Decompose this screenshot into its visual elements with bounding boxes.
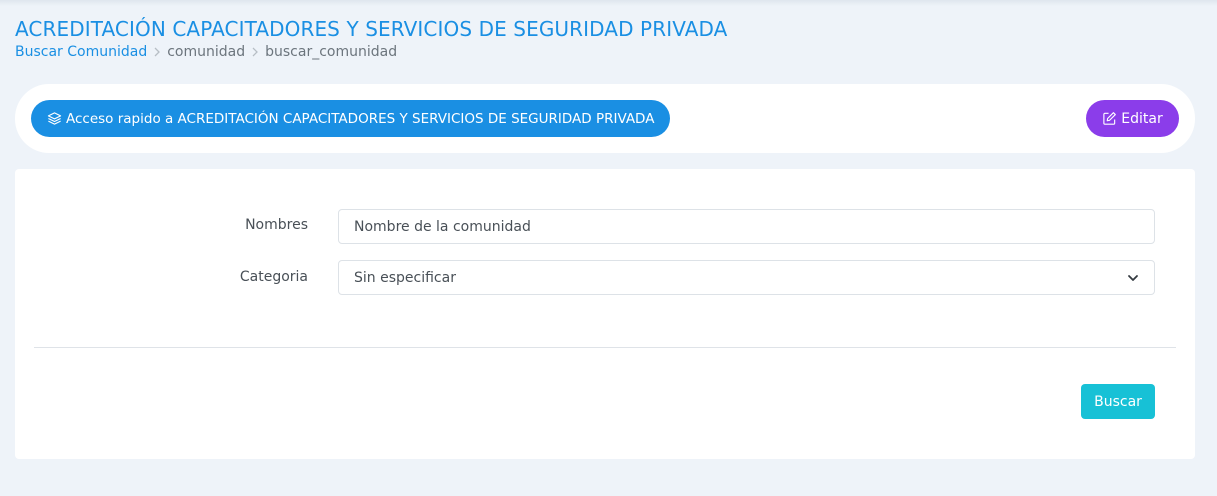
- nombres-field-wrapper: [338, 209, 1155, 244]
- nombres-input[interactable]: [354, 218, 1139, 235]
- search-form-card: Nombres Categoria Sin especificar Buscar: [15, 169, 1195, 459]
- breadcrumb-item-buscar-comunidad-current: buscar_comunidad: [265, 44, 398, 60]
- chevron-down-icon: [1127, 272, 1139, 284]
- layers-icon: [47, 111, 62, 126]
- categoria-selected-value: Sin especificar: [354, 269, 456, 286]
- categoria-select[interactable]: Sin especificar: [338, 260, 1155, 295]
- quick-access-bar: Acceso rapido a ACREDITACIÓN CAPACITADOR…: [15, 84, 1195, 153]
- page-title: ACREDITACIÓN CAPACITADORES Y SERVICIOS D…: [15, 17, 728, 41]
- form-divider: [34, 347, 1176, 348]
- chevron-right-icon: [245, 44, 265, 60]
- search-button[interactable]: Buscar: [1081, 384, 1155, 419]
- edit-label: Editar: [1121, 110, 1163, 127]
- quick-access-button[interactable]: Acceso rapido a ACREDITACIÓN CAPACITADOR…: [31, 100, 671, 137]
- categoria-label: Categoria: [239, 269, 308, 285]
- edit-button[interactable]: Editar: [1086, 100, 1179, 137]
- edit-icon: [1102, 111, 1117, 126]
- chevron-right-icon: [147, 44, 167, 60]
- top-shadow: [0, 0, 1217, 6]
- breadcrumb: Buscar Comunidad comunidad buscar_comuni…: [15, 44, 397, 60]
- nombres-label: Nombres: [245, 217, 308, 233]
- breadcrumb-item-comunidad: comunidad: [167, 44, 246, 60]
- breadcrumb-item-buscar-comunidad[interactable]: Buscar Comunidad: [15, 44, 147, 60]
- quick-access-label: Acceso rapido a ACREDITACIÓN CAPACITADOR…: [66, 110, 655, 127]
